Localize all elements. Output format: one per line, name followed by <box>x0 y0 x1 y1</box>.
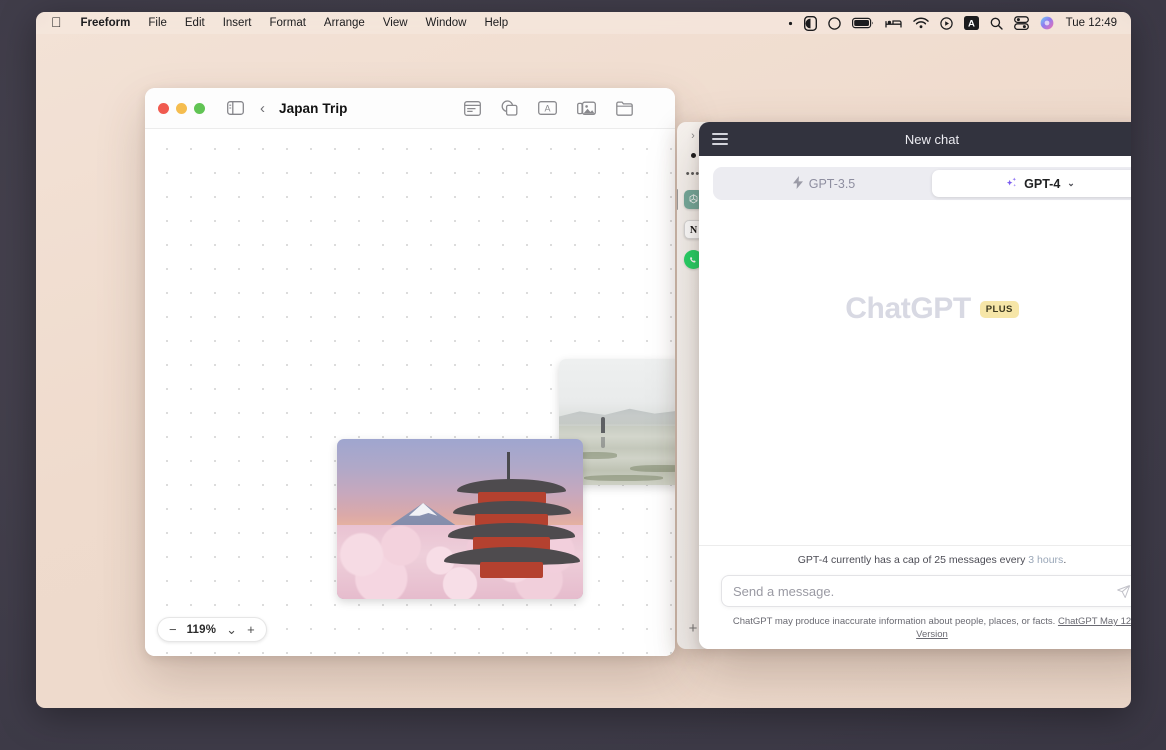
back-button[interactable]: ‹ <box>260 101 265 116</box>
recording-dot-icon[interactable] <box>690 153 696 158</box>
photo-pagoda-spire <box>507 451 511 483</box>
close-button[interactable] <box>158 102 169 114</box>
lightning-bolt-icon <box>792 175 803 192</box>
chatgpt-watermark: ChatGPT PLUS <box>845 292 1019 326</box>
menu-bar-left:  Freeform File Edit Insert Format Arran… <box>48 15 517 31</box>
media-icon[interactable] <box>577 101 596 116</box>
menu-item-format[interactable]: Format <box>260 15 314 31</box>
chevron-right-icon[interactable]: › <box>691 130 695 142</box>
model-selector: GPT-3.5 GPT-4 ⌄ <box>699 156 1131 200</box>
message-cap-highlight: 3 hours <box>1028 554 1064 566</box>
dock-add-app-button[interactable]: + <box>689 620 698 637</box>
model-toggle-track: GPT-3.5 GPT-4 ⌄ <box>713 167 1131 200</box>
chevron-down-icon[interactable]: ⌄ <box>1067 178 1075 189</box>
disclaimer-text: ChatGPT may produce inaccurate informati… <box>732 616 1058 627</box>
insert-file-icon[interactable] <box>616 100 633 116</box>
model-option-gpt4[interactable]: GPT-4 ⌄ <box>932 170 1131 197</box>
message-input-placeholder[interactable]: Send a message. <box>733 584 834 599</box>
zoom-out-button[interactable]: − <box>169 623 177 636</box>
battery-icon[interactable] <box>851 17 874 29</box>
menu-bar-status-icons: A Tue 12:49 <box>788 15 1121 31</box>
message-cap-tail: . <box>1063 554 1067 566</box>
chatgpt-disclaimer: ChatGPT may produce inaccurate informati… <box>721 615 1131 641</box>
menu-item-edit[interactable]: Edit <box>176 15 214 31</box>
sidebar-toggle-icon[interactable] <box>227 101 244 115</box>
sleep-bed-icon[interactable] <box>884 17 902 29</box>
control-center-icon[interactable] <box>1013 16 1029 30</box>
menu-item-window[interactable]: Window <box>417 15 476 31</box>
canvas-zoom-control[interactable]: − 119% ⌄ + <box>157 617 267 642</box>
do-not-disturb-icon[interactable] <box>803 15 817 31</box>
freeform-tool-group: A <box>464 100 663 116</box>
model-option-gpt4-label: GPT-4 <box>1024 176 1061 191</box>
maximize-button[interactable] <box>194 102 205 114</box>
chatgpt-window[interactable]: New chat + GPT-3.5 <box>699 122 1131 649</box>
photo-pagoda-base <box>479 561 544 579</box>
chatgpt-footer: GPT-4 currently has a cap of 25 messages… <box>699 546 1131 649</box>
menu-item-help[interactable]: Help <box>475 15 517 31</box>
menu-item-view[interactable]: View <box>374 15 417 31</box>
menu-bar:  Freeform File Edit Insert Format Arran… <box>36 12 1131 34</box>
menu-item-file[interactable]: File <box>139 15 176 31</box>
hamburger-menu-icon[interactable] <box>712 133 728 145</box>
circle-icon[interactable] <box>827 16 841 30</box>
model-option-gpt35[interactable]: GPT-3.5 <box>716 170 932 197</box>
svg-text:A: A <box>968 19 975 30</box>
spotlight-search-icon[interactable] <box>990 17 1003 30</box>
chatgpt-window-title: New chat <box>904 131 960 147</box>
sparkle-icon <box>1005 176 1018 192</box>
svg-text:A: A <box>544 103 550 113</box>
wifi-icon[interactable] <box>912 17 929 29</box>
freeform-canvas[interactable]: − 119% ⌄ + <box>145 129 675 656</box>
menu-item-freeform[interactable]: Freeform <box>72 15 140 31</box>
small-dot-icon <box>788 21 793 26</box>
siri-orb-icon[interactable] <box>1040 16 1054 30</box>
shapes-icon[interactable] <box>501 100 518 116</box>
message-cap-text: GPT-4 currently has a cap of 25 messages… <box>797 554 1029 566</box>
minimize-button[interactable] <box>176 102 187 114</box>
model-option-gpt35-label: GPT-3.5 <box>808 176 856 191</box>
menu-item-arrange[interactable]: Arrange <box>315 15 374 31</box>
chatgpt-watermark-text: ChatGPT <box>845 292 971 325</box>
input-source-A-icon[interactable]: A <box>963 16 979 30</box>
photo-pagoda <box>443 451 580 590</box>
now-playing-icon[interactable] <box>939 16 953 30</box>
menu-item-insert[interactable]: Insert <box>214 15 261 31</box>
canvas-photo-pagoda-fuji[interactable] <box>337 439 583 599</box>
freeform-window[interactable]: ‹ Japan Trip A − 119% ⌄ + <box>145 88 675 656</box>
menu-bar-clock[interactable]: Tue 12:49 <box>1065 17 1117 29</box>
freeform-toolbar: ‹ Japan Trip A <box>145 88 675 129</box>
send-paper-plane-icon[interactable] <box>1116 584 1131 599</box>
window-traffic-lights <box>158 102 205 114</box>
text-box-icon[interactable]: A <box>538 101 557 115</box>
message-cap-notice: GPT-4 currently has a cap of 25 messages… <box>721 554 1131 566</box>
chat-message-area[interactable]: ChatGPT PLUS <box>699 200 1131 546</box>
plus-badge: PLUS <box>979 300 1019 318</box>
message-composer[interactable]: Send a message. <box>721 575 1131 607</box>
svg-text:N: N <box>689 225 697 236</box>
apple-logo-icon[interactable]:  <box>48 15 72 29</box>
sticky-note-icon[interactable] <box>464 100 481 116</box>
freeform-board-title[interactable]: Japan Trip <box>279 101 348 116</box>
macos-screen:  Freeform File Edit Insert Format Arran… <box>36 12 1131 708</box>
chatgpt-header: New chat + <box>699 122 1131 156</box>
photo-person-reflection <box>600 437 605 449</box>
zoom-level-value: 119% <box>186 623 217 636</box>
chevron-down-icon[interactable]: ⌄ <box>226 623 237 636</box>
photo-person <box>600 416 605 433</box>
zoom-in-button[interactable]: + <box>247 623 255 636</box>
photo-seaweed <box>583 474 663 482</box>
